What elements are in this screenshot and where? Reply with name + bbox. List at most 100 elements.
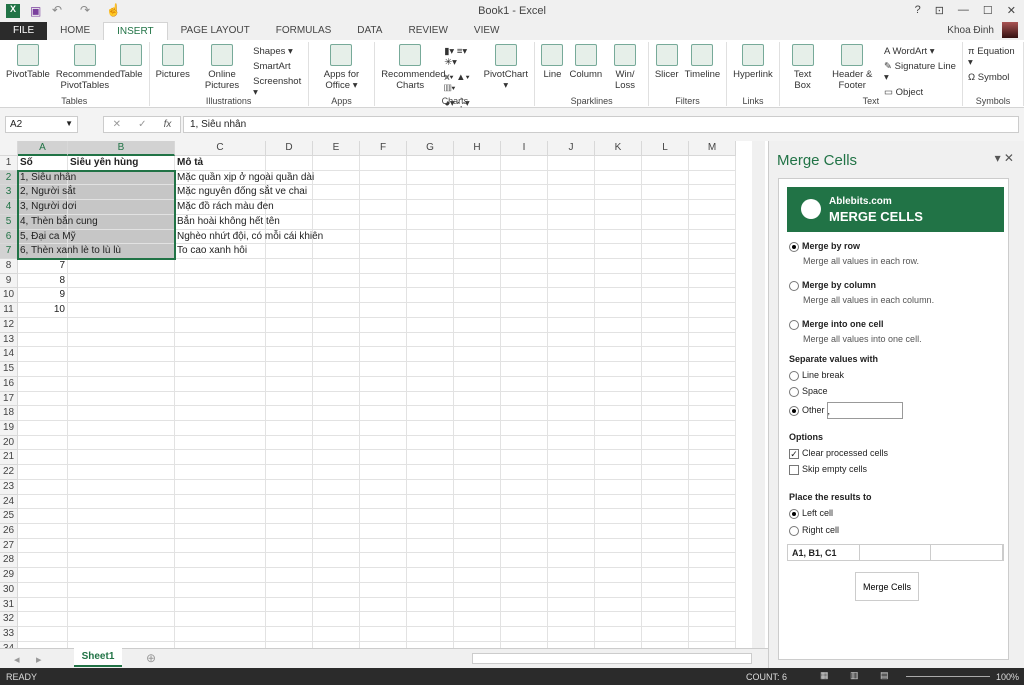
row-header-27[interactable]: 27: [0, 538, 18, 554]
cell-C8[interactable]: [175, 259, 266, 274]
cell-I22[interactable]: [501, 465, 548, 480]
cell-L27[interactable]: [642, 538, 689, 554]
cell-F5[interactable]: [360, 214, 407, 230]
cell-A27[interactable]: [18, 538, 68, 554]
other-separator-input[interactable]: [826, 402, 903, 419]
cell-H10[interactable]: [454, 288, 501, 304]
cell-K31[interactable]: [595, 597, 642, 613]
spreadsheet-grid[interactable]: A B C D E F G H I J K L M 1 Số Siêu yên hùng Mô tả 2 1, Si…: [0, 141, 752, 648]
cell-A26[interactable]: [18, 524, 68, 539]
cell-K7[interactable]: [595, 244, 642, 260]
cell-I17[interactable]: [501, 391, 548, 407]
row-header-1[interactable]: 1: [0, 156, 18, 171]
cell-J1[interactable]: [548, 156, 595, 171]
signature-line-button[interactable]: ✎ Signature Line ▾: [882, 59, 959, 85]
cell-J26[interactable]: [548, 524, 595, 539]
cell-F18[interactable]: [360, 406, 407, 421]
cell-C16[interactable]: [175, 376, 266, 392]
cell-I13[interactable]: [501, 332, 548, 348]
cell-F9[interactable]: [360, 273, 407, 289]
row-header-23[interactable]: 23: [0, 479, 18, 495]
cell-E25[interactable]: [313, 509, 360, 524]
cell-H13[interactable]: [454, 332, 501, 348]
cell-I28[interactable]: [501, 553, 548, 569]
cell-F30[interactable]: [360, 582, 407, 598]
cell-I10[interactable]: [501, 288, 548, 304]
cell-J28[interactable]: [548, 553, 595, 569]
cell-H29[interactable]: [454, 568, 501, 583]
cell-I3[interactable]: [501, 185, 548, 201]
cell-D11[interactable]: [266, 303, 313, 318]
-button[interactable]: ▮▾ ≡▾ ✳▾: [442, 44, 480, 70]
cell-A3[interactable]: 2, Người sắt: [18, 185, 76, 201]
cell-G4[interactable]: [407, 200, 454, 215]
cell-L7[interactable]: [642, 244, 689, 260]
cell-K19[interactable]: [595, 420, 642, 436]
cell-K25[interactable]: [595, 509, 642, 524]
cell-E15[interactable]: [313, 362, 360, 377]
cell-C10[interactable]: [175, 288, 266, 304]
cell-G16[interactable]: [407, 376, 454, 392]
row-header-14[interactable]: 14: [0, 347, 18, 363]
cell-F29[interactable]: [360, 568, 407, 583]
cell-J21[interactable]: [548, 450, 595, 466]
cell-A17[interactable]: [18, 391, 68, 407]
cell-M29[interactable]: [689, 568, 736, 583]
cell-G18[interactable]: [407, 406, 454, 421]
cell-G6[interactable]: [407, 229, 454, 245]
cell-M15[interactable]: [689, 362, 736, 377]
cell-E21[interactable]: [313, 450, 360, 466]
insert-function-icon[interactable]: fx: [164, 119, 172, 130]
cell-M1[interactable]: [689, 156, 736, 171]
cell-E8[interactable]: [313, 259, 360, 274]
row-header-22[interactable]: 22: [0, 465, 18, 480]
cell-E17[interactable]: [313, 391, 360, 407]
cell-B18[interactable]: [68, 406, 175, 421]
cell-C3[interactable]: Mặc nguyên đống sắt ve chai: [175, 185, 307, 201]
line-button[interactable]: Line: [538, 42, 566, 82]
cell-B1[interactable]: Siêu yên hùng: [68, 156, 175, 171]
cell-I18[interactable]: [501, 406, 548, 421]
cell-I29[interactable]: [501, 568, 548, 583]
row-header-7[interactable]: 7: [0, 244, 18, 260]
cell-A1[interactable]: Số: [18, 156, 68, 171]
cell-L15[interactable]: [642, 362, 689, 377]
cell-M30[interactable]: [689, 582, 736, 598]
mode-merge-by-row[interactable]: Merge by row Merge all values in each row…: [789, 241, 919, 266]
cell-J5[interactable]: [548, 214, 595, 230]
column-header-B[interactable]: B: [68, 141, 175, 156]
cell-H5[interactable]: [454, 214, 501, 230]
cell-J24[interactable]: [548, 494, 595, 510]
cell-F11[interactable]: [360, 303, 407, 318]
cell-H31[interactable]: [454, 597, 501, 613]
cell-D10[interactable]: [266, 288, 313, 304]
cell-F27[interactable]: [360, 538, 407, 554]
separator-other[interactable]: Other: [789, 402, 903, 419]
cell-E29[interactable]: [313, 568, 360, 583]
cell-B33[interactable]: [68, 627, 175, 642]
cell-I15[interactable]: [501, 362, 548, 377]
cell-A31[interactable]: [18, 597, 68, 613]
cell-H28[interactable]: [454, 553, 501, 569]
tab-file[interactable]: FILE: [0, 22, 48, 40]
pivottable-button[interactable]: PivotTable: [3, 42, 53, 82]
place-right-cell[interactable]: Right cell: [789, 525, 839, 536]
cell-I20[interactable]: [501, 435, 548, 451]
cell-E9[interactable]: [313, 273, 360, 289]
row-header-5[interactable]: 5: [0, 214, 18, 230]
cell-M6[interactable]: [689, 229, 736, 245]
shapes-button[interactable]: Shapes ▾: [251, 44, 305, 59]
cell-L17[interactable]: [642, 391, 689, 407]
cell-H20[interactable]: [454, 435, 501, 451]
mode-merge-into-one-cell[interactable]: Merge into one cell Merge all values into…: [789, 319, 922, 344]
tab-view[interactable]: VIEW: [461, 22, 513, 40]
cell-H21[interactable]: [454, 450, 501, 466]
cell-B15[interactable]: [68, 362, 175, 377]
cell-B10[interactable]: [68, 288, 175, 304]
cell-I32[interactable]: [501, 612, 548, 628]
cell-I21[interactable]: [501, 450, 548, 466]
cell-L12[interactable]: [642, 317, 689, 333]
cell-D15[interactable]: [266, 362, 313, 377]
cell-B34[interactable]: [68, 641, 175, 648]
cell-H11[interactable]: [454, 303, 501, 318]
